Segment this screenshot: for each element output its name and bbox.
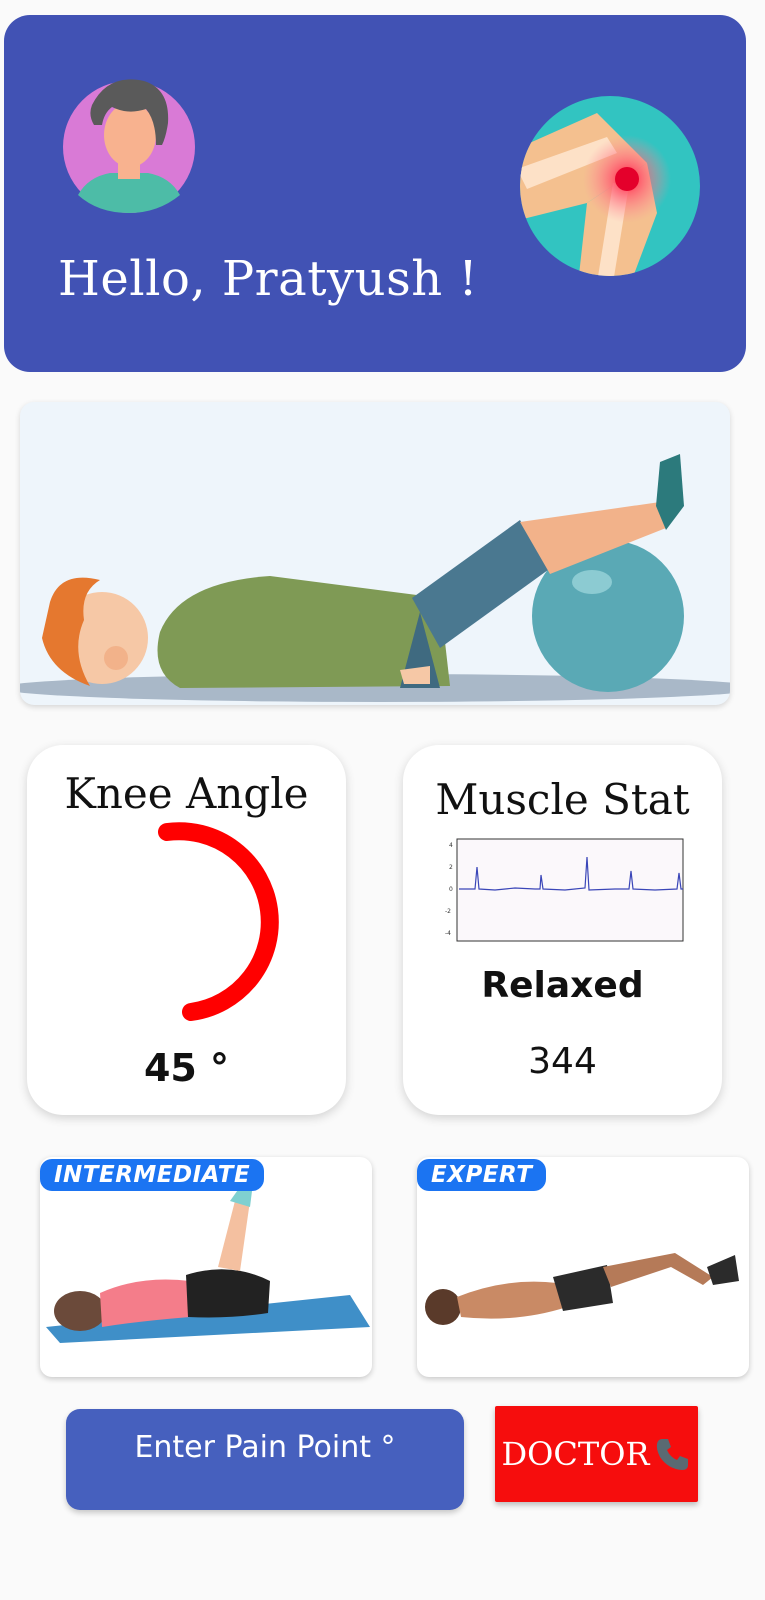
- knee-angle-title: Knee Angle: [64, 769, 309, 818]
- svg-text:0: 0: [449, 886, 453, 893]
- expert-exercise-card[interactable]: EXPERT: [417, 1157, 749, 1377]
- greeting-text: Hello, Pratyush !: [58, 251, 479, 307]
- intermediate-exercise-card[interactable]: INTERMEDIATE: [40, 1157, 372, 1377]
- doctor-button-label: DOCTOR: [501, 1435, 650, 1473]
- knee-angle-value: 45 °: [143, 1046, 230, 1090]
- exercise-illustration: [20, 402, 730, 705]
- intermediate-badge: INTERMEDIATE: [40, 1159, 265, 1191]
- muscle-status: Relaxed: [481, 965, 644, 1006]
- svg-text:-4: -4: [445, 930, 451, 937]
- phone-icon: [656, 1439, 688, 1470]
- call-doctor-button[interactable]: DOCTOR: [495, 1406, 698, 1502]
- knee-pain-icon: [520, 96, 700, 276]
- muscle-stat-title: Muscle Stat: [435, 775, 690, 824]
- svg-text:2: 2: [449, 864, 453, 871]
- svg-text:4: 4: [449, 842, 453, 849]
- expert-badge: EXPERT: [417, 1159, 547, 1191]
- greeting-header: Hello, Pratyush !: [4, 15, 746, 372]
- muscle-value: 344: [528, 1041, 597, 1082]
- muscle-stat-card[interactable]: Muscle Stat 4 2 0 -2 -4 Relaxed 344: [403, 745, 722, 1115]
- svg-text:-2: -2: [445, 908, 451, 915]
- leg-raise-on-ball-illustration: [20, 454, 730, 702]
- emg-signal-plot: 4 2 0 -2 -4: [445, 838, 684, 942]
- enter-pain-point-button[interactable]: Enter Pain Point °: [66, 1409, 464, 1510]
- knee-angle-gauge: [158, 822, 279, 1021]
- user-avatar-icon[interactable]: [58, 65, 200, 213]
